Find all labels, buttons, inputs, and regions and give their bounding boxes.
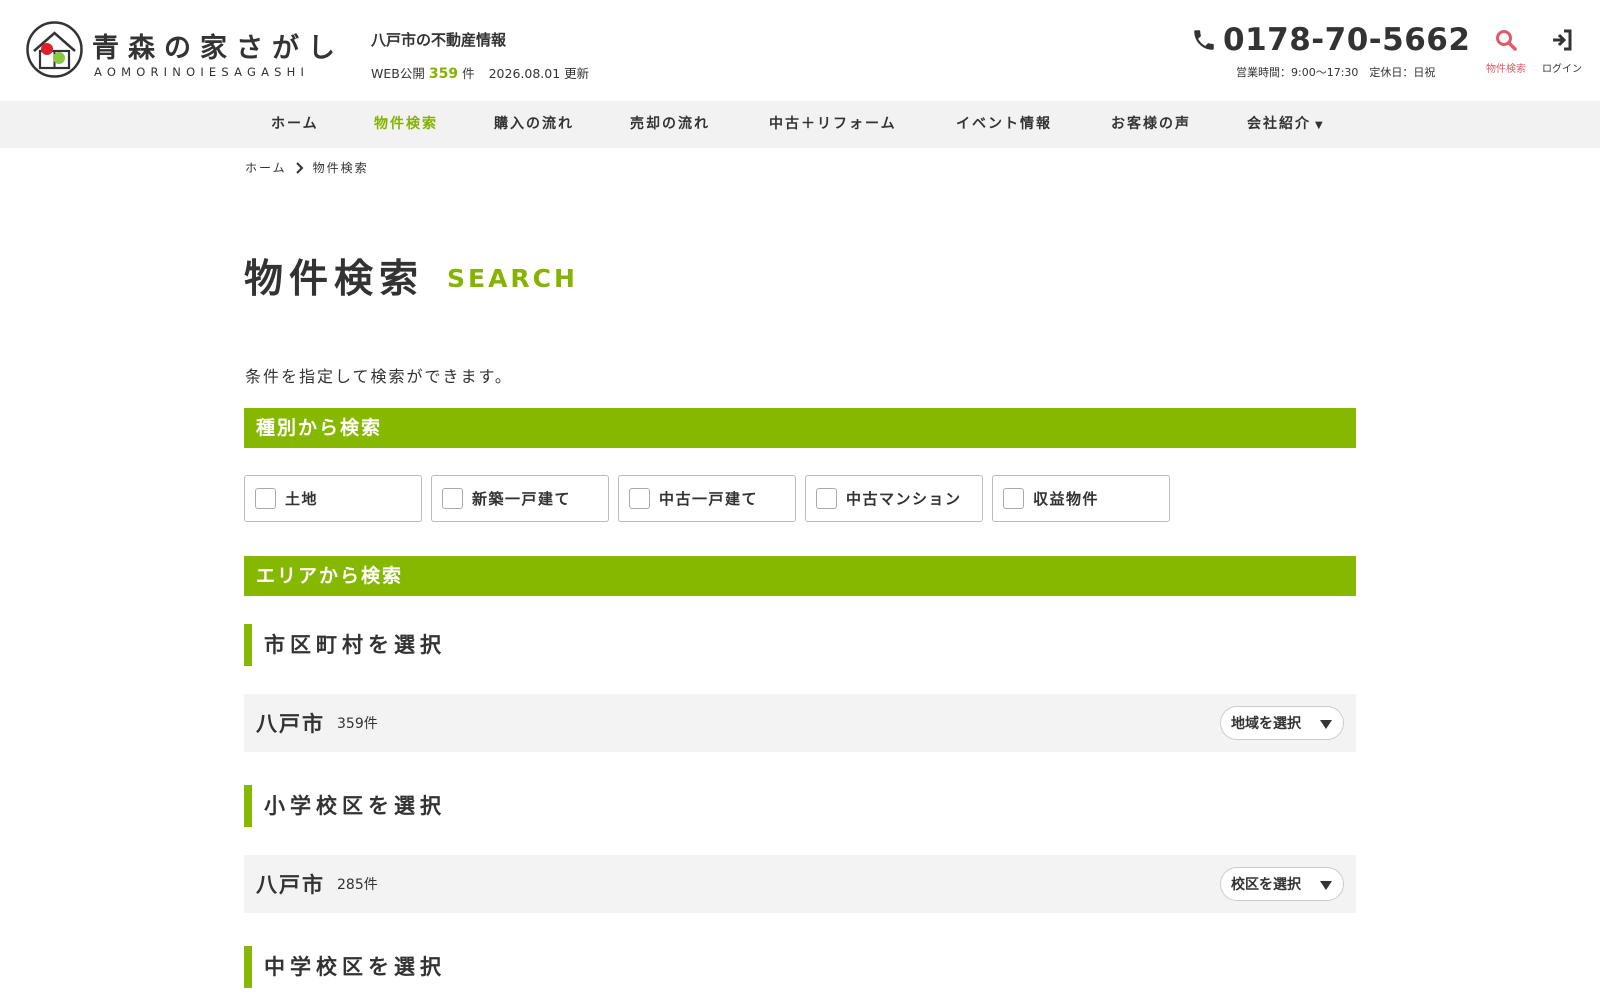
junior-high-select-heading: 中学校区を選択: [244, 946, 446, 988]
type-option-new-house[interactable]: 新築一戸建て: [431, 475, 609, 522]
city-count: 359件: [337, 716, 378, 732]
type-section-heading: 種別から検索: [244, 408, 1356, 448]
type-option-label: 新築一戸建て: [472, 490, 572, 508]
type-option-label: 土地: [285, 490, 319, 508]
elementary-count: 285件: [337, 877, 378, 893]
update-date: 2026.08.01 更新: [488, 66, 590, 81]
elementary-city-name: 八戸市: [256, 873, 325, 897]
breadcrumb: ホーム 物件検索: [245, 159, 369, 176]
nav-item-home[interactable]: ホーム: [271, 101, 319, 148]
site-header: 青森の家さがし AOMORINOIESAGASHI 八戸市の不動産情報 WEB公…: [0, 0, 1600, 101]
school-district-select-label: 校区を選択: [1231, 877, 1301, 893]
triangle-down-icon: [1320, 720, 1332, 729]
nav-item-company[interactable]: 会社紹介 ▼: [1247, 101, 1325, 148]
header-search-label: 物件検索: [1486, 64, 1526, 75]
dropdown-caret-icon: ▼: [1315, 120, 1325, 131]
type-option-used-mansion[interactable]: 中古マンション: [805, 475, 983, 522]
type-option-label: 収益物件: [1033, 490, 1100, 508]
elementary-row: 八戸市 285件 校区を選択: [244, 855, 1356, 913]
type-option-label: 中古マンション: [846, 490, 962, 508]
elementary-select-heading: 小学校区を選択: [244, 785, 446, 827]
checkbox[interactable]: [1003, 488, 1024, 509]
type-options: 土地 新築一戸建て 中古一戸建て 中古マンション 収益物件: [244, 475, 1170, 522]
header-login-label: ログイン: [1542, 64, 1582, 75]
web-listing-info: WEB公開 359 件 2026.08.01 更新: [371, 63, 589, 82]
type-option-income-property[interactable]: 収益物件: [992, 475, 1170, 522]
business-hours: 営業時間：9:00〜17:30 定休日：日祝: [1236, 66, 1436, 79]
phone-number[interactable]: 0178-70-5662: [1223, 22, 1470, 58]
nav-item-purchase-flow[interactable]: 購入の流れ: [494, 101, 574, 148]
web-unit: 件: [462, 66, 475, 81]
city-select-heading: 市区町村を選択: [244, 624, 446, 666]
breadcrumb-current: 物件検索: [312, 161, 369, 175]
nav-item-used-reform[interactable]: 中古＋リフォーム: [769, 101, 897, 148]
logo-subtitle: AOMORINOIESAGASHI: [94, 65, 310, 79]
page-title: 物件検索: [244, 257, 425, 302]
area-section-heading: エリアから検索: [244, 556, 1356, 596]
nav-item-voices[interactable]: お客様の声: [1111, 101, 1191, 148]
checkbox[interactable]: [816, 488, 837, 509]
header-search-button[interactable]: 物件検索: [1478, 28, 1534, 75]
nav-item-sale-flow[interactable]: 売却の流れ: [630, 101, 710, 148]
main-nav: ホーム 物件検索 購入の流れ 売却の流れ 中古＋リフォーム イベント情報 お客様…: [0, 101, 1600, 148]
region-select-label: 地域を選択: [1231, 716, 1301, 732]
web-prefix: WEB公開: [371, 66, 425, 81]
checkbox[interactable]: [442, 488, 463, 509]
region-select-button[interactable]: 地域を選択: [1220, 706, 1344, 740]
site-tagline: 八戸市の不動産情報: [371, 31, 507, 49]
page-title-en: SEARCH: [447, 264, 578, 293]
header-login-button[interactable]: ログイン: [1534, 28, 1590, 75]
type-option-used-house[interactable]: 中古一戸建て: [618, 475, 796, 522]
city-row: 八戸市 359件 地域を選択: [244, 694, 1356, 752]
type-option-label: 中古一戸建て: [659, 490, 759, 508]
triangle-down-icon: [1320, 881, 1332, 890]
nav-item-search[interactable]: 物件検索: [374, 101, 438, 148]
school-district-select-button[interactable]: 校区を選択: [1220, 867, 1344, 901]
nav-company-label: 会社紹介: [1247, 116, 1311, 132]
web-listing-count: 359: [428, 66, 459, 82]
logo-title[interactable]: 青森の家さがし: [92, 26, 344, 65]
search-icon: [1496, 30, 1517, 51]
intro-text: 条件を指定して検索ができます。: [245, 367, 513, 386]
checkbox[interactable]: [255, 488, 276, 509]
chevron-right-icon: [295, 161, 304, 174]
checkbox[interactable]: [629, 488, 650, 509]
nav-item-events[interactable]: イベント情報: [956, 101, 1052, 148]
phone-contact[interactable]: 0178-70-5662: [1191, 22, 1470, 58]
logo-mark-icon[interactable]: [26, 21, 83, 78]
city-name: 八戸市: [256, 712, 325, 736]
phone-icon: [1194, 30, 1214, 50]
type-option-land[interactable]: 土地: [244, 475, 422, 522]
breadcrumb-home-link[interactable]: ホーム: [245, 159, 287, 176]
login-icon: [1553, 29, 1572, 51]
